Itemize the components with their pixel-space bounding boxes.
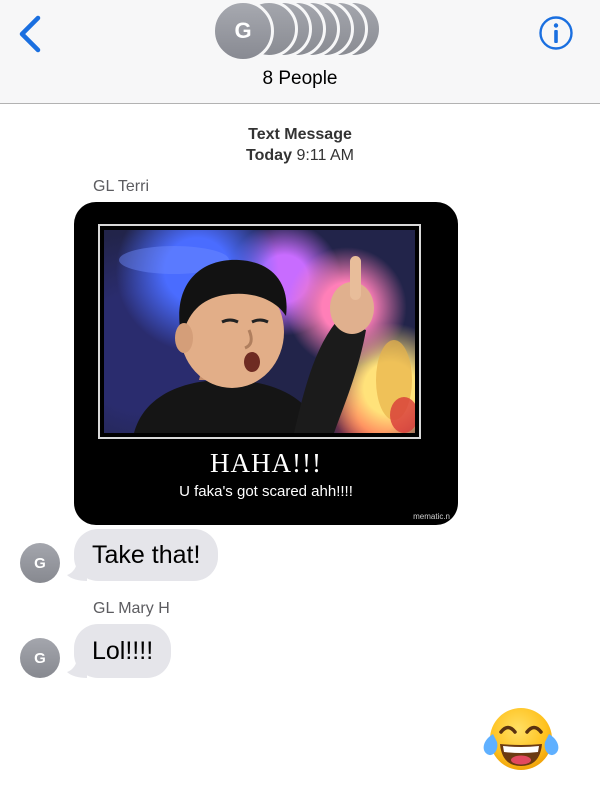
- messages-app: G 8 People Text Message Today 9:11 AM GL…: [0, 0, 600, 805]
- chevron-left-icon: [19, 15, 41, 53]
- sender-name: GL Mary H: [93, 600, 170, 617]
- message-text: Take that!: [92, 540, 201, 569]
- message-service-label: Text Message: [248, 126, 352, 143]
- group-avatar-stack[interactable]: G: [212, 0, 392, 62]
- timestamp: Today 9:11 AM: [0, 147, 600, 165]
- meme-photo-frame: [98, 224, 421, 439]
- person-photo-illustration: [119, 246, 415, 433]
- meme-title: HAHA!!!: [210, 448, 322, 478]
- bubble-tail: [67, 658, 87, 678]
- timestamp-time: 9:11 AM: [296, 147, 354, 164]
- info-icon: [539, 16, 573, 50]
- message-text: Lol!!!!: [92, 636, 154, 665]
- watermark: mematic.n: [413, 512, 450, 521]
- sender-name: GL Terri: [93, 178, 150, 195]
- meme-caption: U faka's got scared ahh!!!!: [179, 483, 353, 500]
- avatar-initial: G: [212, 0, 274, 62]
- info-button[interactable]: [538, 15, 574, 51]
- avatar[interactable]: G: [20, 543, 60, 583]
- face-with-tears-of-joy-icon[interactable]: [483, 704, 559, 774]
- conversation-header: G 8 People: [0, 0, 600, 104]
- image-message[interactable]: HAHA!!! U faka's got scared ahh!!!! mema…: [74, 202, 458, 525]
- timestamp-day: Today: [246, 147, 292, 164]
- message-bubble[interactable]: Take that!: [67, 529, 219, 581]
- bubble-tail: [67, 561, 87, 581]
- back-button[interactable]: [14, 14, 48, 54]
- avatar[interactable]: G: [20, 638, 60, 678]
- message-bubble[interactable]: Lol!!!!: [67, 624, 172, 678]
- group-name[interactable]: 8 People: [0, 68, 600, 90]
- meme-photo: [104, 230, 415, 433]
